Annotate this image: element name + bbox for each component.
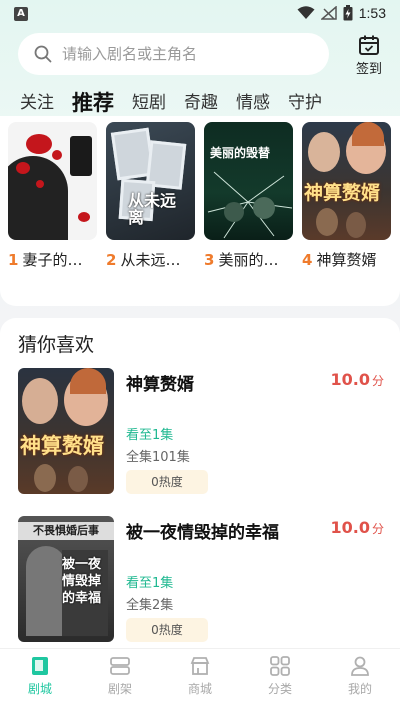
nav-theater[interactable]: 剧城 [0, 649, 80, 710]
search-input[interactable] [62, 45, 302, 63]
battery-charging-icon [343, 5, 353, 21]
tab-guard[interactable]: 守护 [288, 90, 322, 116]
cover-band: 不畏惧婚后事 [18, 522, 114, 540]
nav-profile[interactable]: 我的 [320, 649, 400, 710]
poster-image [8, 122, 97, 240]
app-notification-icon: A [14, 7, 28, 21]
episode-count: 全集101集 [126, 450, 190, 465]
poster-image: 美丽的毁替 [204, 122, 293, 240]
cover-image: 不畏惧婚后事 被一夜情毁掉的幸福 [18, 516, 114, 642]
search-icon [34, 45, 52, 63]
status-bar: A 1:53 [0, 0, 400, 28]
featured-title: 神算赘婿 [316, 251, 377, 269]
poster-title: 神算赘婿 [304, 182, 381, 204]
drama-title: 神算赘婿 [126, 375, 194, 395]
nav-label: 剧架 [107, 682, 132, 696]
heat-badge: 0热度 [126, 470, 208, 494]
rank-number: 4 [302, 251, 313, 269]
tab-short-drama[interactable]: 短剧 [132, 90, 166, 116]
recommendation-item[interactable]: 不畏惧婚后事 被一夜情毁掉的幸福 被一夜情毁掉的幸福 10.0 分 看至1集 全集… [18, 516, 384, 642]
cover-title: 神算赘婿 [20, 434, 104, 458]
featured-title: 从未远… [120, 251, 181, 269]
poster-title: 从未远离 [128, 191, 177, 227]
tab-follow[interactable]: 关注 [20, 90, 54, 116]
bottom-nav: 剧城 剧架 商城 分类 我的 [0, 648, 400, 710]
featured-item[interactable]: 美丽的毁替 3 美丽的… [204, 122, 293, 270]
tab-emotion[interactable]: 情感 [236, 90, 270, 116]
poster-image: 从未远离 [106, 122, 195, 240]
wifi-icon [297, 6, 315, 19]
clock: 1:53 [358, 5, 386, 21]
grid-icon [270, 656, 290, 676]
rank-number: 2 [106, 251, 117, 269]
featured-item[interactable]: 1 妻子的… [8, 122, 97, 270]
nav-label: 分类 [267, 682, 292, 696]
search-bar[interactable] [18, 33, 329, 75]
nav-label: 商城 [187, 682, 212, 696]
nav-store[interactable]: 商城 [160, 649, 240, 710]
nav-label: 我的 [347, 682, 372, 696]
nav-category[interactable]: 分类 [240, 649, 320, 710]
no-signal-icon [320, 6, 337, 20]
shelf-icon [110, 657, 130, 675]
nav-shelf[interactable]: 剧架 [80, 649, 160, 710]
tab-recommend[interactable]: 推荐 [72, 90, 114, 121]
featured-title: 美丽的… [218, 251, 279, 269]
checkin-button[interactable]: 签到 [349, 34, 389, 77]
user-icon [351, 656, 369, 676]
drama-title: 被一夜情毁掉的幸福 [126, 523, 279, 543]
nav-label: 剧城 [27, 682, 52, 696]
store-icon [190, 657, 210, 675]
featured-title: 妻子的… [22, 251, 83, 269]
watch-progress: 看至1集 [126, 576, 174, 591]
featured-section: 1 妻子的… 从未远离 2 从未远… 美丽的毁替 3 美丽的… 神算赘婿 4 神… [0, 116, 400, 306]
tab-curious[interactable]: 奇趣 [184, 90, 218, 116]
calendar-check-icon [359, 35, 379, 55]
category-tabs: 关注 推荐 短剧 奇趣 情感 守护 [20, 86, 340, 121]
poster-image: 神算赘婿 [302, 122, 391, 240]
featured-item[interactable]: 从未远离 2 从未远… [106, 122, 195, 270]
checkin-label: 签到 [355, 62, 382, 77]
section-title: 猜你喜欢 [18, 334, 95, 356]
recommendation-item[interactable]: 神算赘婿 神算赘婿 10.0 分 看至1集 全集101集 0热度 [18, 368, 384, 494]
recommendations-section: 猜你喜欢 神算赘婿 神算赘婿 10.0 分 看至1集 全集101集 0热度 不畏惧… [0, 318, 400, 648]
score: 10.0 分 [330, 370, 385, 389]
watch-progress: 看至1集 [126, 428, 174, 443]
score: 10.0 分 [330, 518, 385, 537]
heat-badge: 0热度 [126, 618, 208, 642]
cover-title: 被一夜情毁掉的幸福 [62, 557, 102, 606]
rank-number: 3 [204, 251, 215, 269]
book-icon [32, 657, 48, 675]
featured-item[interactable]: 神算赘婿 4 神算赘婿 [302, 122, 391, 270]
cover-image: 神算赘婿 [18, 368, 114, 494]
rank-number: 1 [8, 251, 19, 269]
poster-title: 美丽的毁替 [210, 146, 271, 160]
episode-count: 全集2集 [126, 598, 174, 613]
